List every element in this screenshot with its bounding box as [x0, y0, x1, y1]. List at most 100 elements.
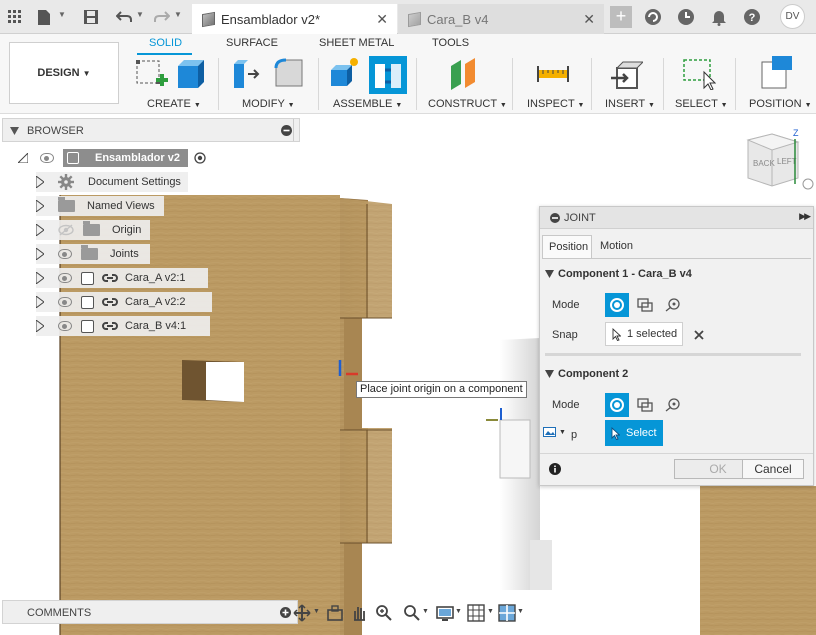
undo-caret-icon[interactable]: ▼ [136, 10, 144, 19]
expand-dialog-icon[interactable]: ▶▶ [799, 211, 811, 222]
snap-selection-field[interactable]: 1 selected [605, 322, 683, 346]
group-inspect[interactable]: INSPECT ▼ [527, 98, 584, 110]
section-collapse-icon[interactable] [545, 270, 554, 278]
preview-caret-icon[interactable]: ▼ [559, 429, 566, 436]
mode-simple-button[interactable] [605, 293, 629, 317]
tab-ensamblador[interactable]: Ensamblador v2* ✕ [192, 4, 397, 34]
browser-item-cara-a-2[interactable]: Cara_A v2:2 [36, 292, 212, 312]
workspace-switcher[interactable]: DESIGN ▼ [9, 42, 119, 104]
component2-select-button[interactable]: Select [605, 420, 663, 446]
tab-solid[interactable]: SOLID [149, 37, 182, 49]
undo-icon[interactable] [113, 6, 135, 28]
insert-icon[interactable] [609, 56, 645, 90]
browser-panel-header[interactable]: BROWSER [2, 118, 300, 142]
browser-root-node[interactable]: Ensamblador v2 [18, 148, 216, 168]
expand-triangle-icon[interactable] [36, 176, 44, 188]
view-cube[interactable]: BACK LEFT Z [746, 128, 814, 190]
browser-item-cara-b-1[interactable]: Cara_B v4:1 [36, 316, 210, 336]
job-status-icon[interactable] [675, 6, 697, 28]
expand-triangle-icon[interactable] [36, 248, 44, 260]
zoom-icon[interactable] [375, 604, 393, 622]
cancel-button[interactable]: Cancel [742, 459, 804, 479]
create-sketch-icon[interactable] [134, 56, 168, 90]
fillet-icon[interactable] [272, 56, 306, 90]
save-icon[interactable] [80, 6, 102, 28]
collapse-panel-icon[interactable] [281, 125, 292, 136]
pan-hand-icon[interactable] [350, 604, 368, 622]
visibility-eye-icon[interactable] [58, 273, 72, 283]
apps-grid-icon[interactable] [4, 6, 26, 28]
visibility-eye-icon[interactable] [58, 321, 72, 331]
tab-tools[interactable]: TOOLS [432, 37, 469, 49]
group-position[interactable]: POSITION ▼ [749, 98, 812, 110]
activate-radio-icon[interactable] [194, 152, 206, 164]
close-tab-icon[interactable]: ✕ [583, 11, 595, 28]
group-construct[interactable]: CONSTRUCT ▼ [428, 98, 507, 110]
zoom-caret-icon[interactable]: ▼ [422, 608, 429, 615]
viewports-caret-icon[interactable]: ▼ [517, 608, 524, 615]
mode-hole-center-button[interactable] [661, 293, 685, 317]
redo-caret-icon[interactable]: ▼ [174, 10, 182, 19]
tab-cara-b[interactable]: Cara_B v4 ✕ [398, 4, 604, 34]
group-insert[interactable]: INSERT ▼ [605, 98, 655, 110]
tab-surface[interactable]: SURFACE [226, 37, 278, 49]
viewports-icon[interactable] [498, 604, 516, 622]
browser-item-cara-a-1[interactable]: Cara_A v2:1 [36, 268, 208, 288]
collapse-triangle-icon[interactable] [18, 153, 28, 163]
section-collapse-icon[interactable] [545, 370, 554, 378]
redo-icon[interactable] [151, 6, 173, 28]
new-component-icon[interactable] [327, 56, 361, 90]
browser-item-joints[interactable]: Joints [36, 244, 150, 264]
root-component-label-box[interactable]: Ensamblador v2 [63, 149, 188, 167]
capture-position-icon[interactable] [760, 56, 794, 90]
grid-snaps-icon[interactable] [467, 604, 485, 622]
grid-caret-icon[interactable]: ▼ [487, 608, 494, 615]
group-modify[interactable]: MODIFY ▼ [242, 98, 295, 110]
notifications-bell-icon[interactable] [708, 6, 730, 28]
minimize-dialog-icon[interactable] [550, 213, 560, 223]
extrude-box-icon[interactable] [174, 56, 208, 90]
collapse-triangle-icon[interactable] [10, 127, 19, 135]
add-comment-icon[interactable] [280, 607, 291, 618]
close-tab-icon[interactable]: ✕ [376, 11, 388, 28]
expand-triangle-icon[interactable] [36, 296, 44, 308]
hidden-eye-icon[interactable] [58, 224, 74, 236]
group-select[interactable]: SELECT ▼ [675, 98, 728, 110]
file-menu-icon[interactable] [33, 6, 55, 28]
extensions-icon[interactable] [642, 6, 664, 28]
group-assemble[interactable]: ASSEMBLE ▼ [333, 98, 402, 110]
visibility-eye-icon[interactable] [40, 153, 54, 163]
help-icon[interactable]: ? [741, 6, 763, 28]
clear-selection-icon[interactable] [694, 330, 704, 340]
joint-dialog-header[interactable]: JOINT ▶▶ [540, 207, 813, 229]
browser-item-origin[interactable]: Origin [36, 220, 150, 240]
expand-triangle-icon[interactable] [36, 224, 44, 236]
mode-simple-button[interactable] [605, 393, 629, 417]
mode-between-button[interactable] [633, 293, 657, 317]
look-at-icon[interactable] [326, 604, 344, 622]
browser-item-named-views[interactable]: Named Views [36, 196, 164, 216]
wood-board-right[interactable] [700, 486, 816, 635]
press-pull-icon[interactable] [230, 56, 264, 90]
window-select-icon[interactable] [682, 56, 717, 91]
comments-panel[interactable]: COMMENTS [2, 600, 298, 624]
expand-triangle-icon[interactable] [36, 200, 44, 212]
tab-motion[interactable]: Motion [594, 235, 639, 259]
orbit-caret-icon[interactable]: ▼ [313, 608, 320, 615]
mode-between-button[interactable] [633, 393, 657, 417]
offset-plane-icon[interactable] [447, 56, 481, 90]
display-settings-icon[interactable] [436, 604, 454, 622]
tab-position[interactable]: Position [542, 235, 592, 259]
browser-item-document-settings[interactable]: Document Settings [36, 172, 188, 192]
user-avatar[interactable]: DV [780, 4, 805, 29]
measure-icon[interactable] [536, 56, 570, 90]
display-caret-icon[interactable]: ▼ [455, 608, 462, 615]
group-create[interactable]: CREATE ▼ [147, 98, 201, 110]
expand-triangle-icon[interactable] [36, 272, 44, 284]
tab-sheet-metal[interactable]: SHEET METAL [319, 37, 394, 49]
joint-tool-icon[interactable] [369, 56, 407, 94]
file-menu-caret-icon[interactable]: ▼ [58, 10, 66, 19]
visibility-eye-icon[interactable] [58, 297, 72, 307]
zoom-window-icon[interactable] [403, 604, 421, 622]
visibility-eye-icon[interactable] [58, 249, 72, 259]
